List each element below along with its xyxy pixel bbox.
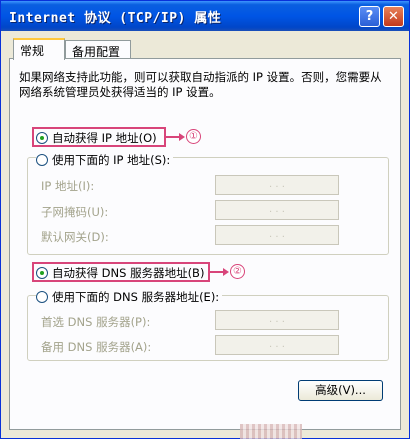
tcpip-properties-dialog: Internet 协议 (TCP/IP) 属性 ? ✕ 常规 备用配置 如果网络… — [0, 0, 410, 439]
preferred-dns-input[interactable]: . . . — [215, 310, 339, 330]
radio-unchecked-icon[interactable] — [36, 154, 48, 166]
manual-ip-radio[interactable]: 使用下面的 IP 地址(S): — [36, 152, 174, 168]
advanced-button[interactable]: 高级(V)... — [298, 380, 383, 401]
title-bar[interactable]: Internet 协议 (TCP/IP) 属性 ? ✕ — [1, 1, 409, 31]
description-text: 如果网络支持此功能，则可以获取自动指派的 IP 设置。否则，您需要从网络系统管理… — [19, 70, 382, 99]
manual-ip-label: 使用下面的 IP 地址(S): — [52, 153, 171, 167]
cropped-edge-artifact — [240, 424, 302, 439]
arrow-right-icon — [179, 133, 185, 141]
default-gateway-label: 默认网关(D): — [41, 230, 109, 244]
callout-number-1: ① — [186, 129, 201, 144]
help-button[interactable]: ? — [359, 6, 380, 27]
ip-address-input[interactable]: . . . — [215, 175, 339, 195]
alternate-dns-label: 备用 DNS 服务器(A): — [41, 340, 152, 354]
preferred-dns-value: . . . — [269, 314, 285, 325]
preferred-dns-label: 首选 DNS 服务器(P): — [41, 315, 151, 329]
window-title: Internet 协议 (TCP/IP) 属性 — [9, 11, 222, 26]
manual-dns-radio[interactable]: 使用下面的 DNS 服务器地址(E): — [36, 289, 223, 305]
callout-number-2: ② — [230, 264, 245, 279]
callout-arrow-line — [210, 271, 224, 273]
tab-alternate-configuration[interactable]: 备用配置 — [65, 40, 131, 59]
default-gateway-input[interactable]: . . . — [215, 225, 339, 245]
subnet-mask-value: . . . — [269, 204, 285, 215]
arrow-right-icon — [223, 268, 229, 276]
radio-unchecked-icon[interactable] — [36, 291, 48, 303]
manual-dns-label: 使用下面的 DNS 服务器地址(E): — [52, 290, 220, 304]
subnet-mask-input[interactable]: . . . — [215, 200, 339, 220]
highlight-box-auto-ip — [32, 127, 166, 147]
subnet-mask-label: 子网掩码(U): — [41, 205, 109, 219]
ip-address-value: . . . — [269, 179, 285, 190]
alternate-dns-value: . . . — [269, 339, 285, 350]
callout-arrow-line — [166, 136, 180, 138]
tab-general[interactable]: 常规 — [13, 38, 65, 60]
alternate-dns-input[interactable]: . . . — [215, 335, 339, 355]
highlight-box-auto-dns — [32, 262, 210, 282]
ip-address-label: IP 地址(I): — [41, 179, 95, 193]
close-button[interactable]: ✕ — [383, 6, 404, 27]
default-gateway-value: . . . — [269, 229, 285, 240]
